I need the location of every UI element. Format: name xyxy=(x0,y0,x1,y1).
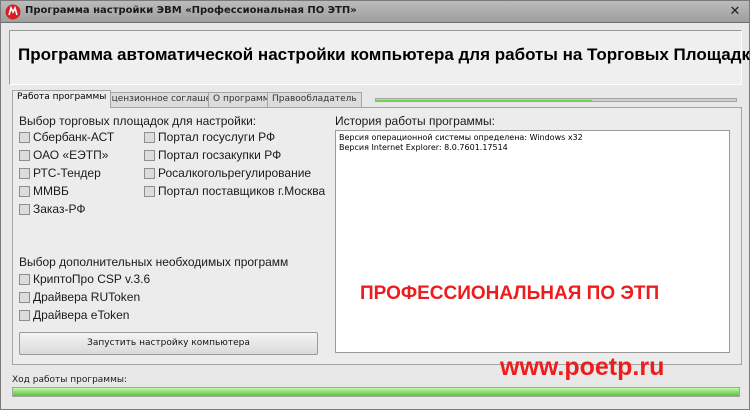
checkbox-box[interactable] xyxy=(144,150,155,161)
run-setup-button[interactable]: Запустить настройку компьютера xyxy=(19,332,318,355)
history-line: Версия Internet Explorer: 8.0.7601.17514 xyxy=(339,143,508,152)
checkbox-label: Портал госуслуги РФ xyxy=(158,130,276,144)
checkbox-box[interactable] xyxy=(144,168,155,179)
app-window: Программа настройки ЭВМ «Профессиональна… xyxy=(0,0,750,410)
checkbox-box[interactable] xyxy=(19,132,30,143)
top-progress-fill xyxy=(376,99,592,101)
checkbox-label: Портал госзакупки РФ xyxy=(158,148,282,162)
checkbox-label: Росалкогольрегулирование xyxy=(158,166,312,180)
checkbox-label: Драйвера RUToken xyxy=(33,290,141,304)
promo-headline: ПРОФЕССИОНАЛЬНАЯ ПО ЭТП xyxy=(360,283,660,304)
checkbox-label: ОАО «ЕЭТП» xyxy=(33,148,109,162)
history-label: История работы программы: xyxy=(335,114,495,128)
checkbox-box[interactable] xyxy=(19,292,30,303)
checkbox-box[interactable] xyxy=(144,132,155,143)
history-line: Версия операционной системы определена: … xyxy=(339,133,583,142)
checkbox-box[interactable] xyxy=(144,186,155,197)
tab-panel-work: Выбор торговых площадок для настройки: С… xyxy=(12,107,742,365)
promo-url: www.poetp.ru xyxy=(500,353,665,381)
tab-copyright-holder[interactable]: Правообладатель xyxy=(267,92,362,107)
title-bar[interactable]: Программа настройки ЭВМ «Профессиональна… xyxy=(1,1,749,23)
checkbox-label: КриптоПро CSP v.3.6 xyxy=(33,272,151,286)
checkbox-label: Сбербанк-АСТ xyxy=(33,130,115,144)
checkbox-label: РТС-Тендер xyxy=(33,166,101,180)
checkbox-label: Драйвера eToken xyxy=(33,308,130,322)
checkbox-box[interactable] xyxy=(19,274,30,285)
checkbox-box[interactable] xyxy=(19,186,30,197)
window-title: Программа настройки ЭВМ «Профессиональна… xyxy=(25,5,357,16)
checkbox-box[interactable] xyxy=(19,310,30,321)
app-logo-icon xyxy=(5,4,21,20)
progress-label: Ход работы программы: xyxy=(12,375,128,385)
extra-programs-label: Выбор дополнительных необходимых програм… xyxy=(19,255,289,269)
checkbox-label: Заказ-РФ xyxy=(33,202,86,216)
main-progress-bar xyxy=(12,387,740,397)
checkbox-box[interactable] xyxy=(19,168,30,179)
header-panel: Программа автоматической настройки компь… xyxy=(9,30,750,85)
top-progress-bar xyxy=(375,98,737,102)
checkbox-box[interactable] xyxy=(19,204,30,215)
history-log[interactable]: Версия операционной системы определена: … xyxy=(335,130,730,353)
page-title: Программа автоматической настройки компь… xyxy=(18,45,750,64)
main-progress-fill xyxy=(13,388,739,396)
checkbox-box[interactable] xyxy=(19,150,30,161)
checkbox-label: Портал поставщиков г.Москва xyxy=(158,184,326,198)
close-button[interactable]: ✕ xyxy=(727,4,743,19)
platforms-label: Выбор торговых площадок для настройки: xyxy=(19,114,257,128)
tab-work[interactable]: Работа программы xyxy=(12,90,112,108)
checkbox-label: ММВБ xyxy=(33,184,69,198)
